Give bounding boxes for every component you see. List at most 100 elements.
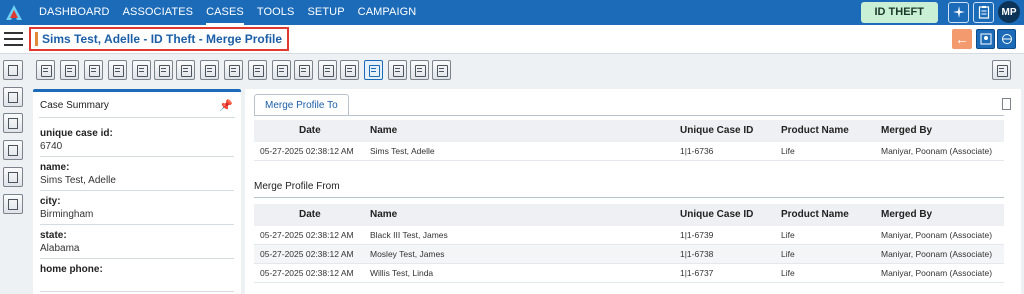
add-document-icon[interactable]: [154, 60, 173, 80]
field-value: Alabama: [40, 243, 80, 254]
case-list-icon[interactable]: [3, 167, 23, 187]
timer-icon[interactable]: [224, 60, 243, 80]
cell-date: 05-27-2025 02:38:12 AM: [260, 146, 354, 156]
add-case-icon[interactable]: [3, 87, 23, 107]
files-icon[interactable]: [272, 60, 291, 80]
col-name: Name: [370, 209, 398, 220]
contact-icon[interactable]: [60, 60, 79, 80]
table-row[interactable]: 05-27-2025 02:38:12 AM Black III Test, J…: [254, 226, 1004, 245]
title-accent-bar: [35, 32, 38, 46]
case-summary-header: Case Summary 📌: [39, 92, 235, 118]
nav-campaign[interactable]: CAMPAIGN: [358, 0, 417, 25]
expand-icon[interactable]: [1002, 98, 1011, 110]
back-arrow-icon[interactable]: ←: [952, 29, 972, 49]
nav-tools[interactable]: TOOLS: [257, 0, 295, 25]
cell-case-id: 1|1-6736: [680, 146, 714, 156]
divider: [40, 291, 234, 292]
top-nav: DASHBOARD ASSOCIATES CASES TOOLS SETUP C…: [0, 0, 1024, 25]
cell-merged-by: Maniyar, Poonam (Associate): [881, 249, 993, 259]
field-label: home phone:: [40, 264, 103, 275]
col-unique-case-id: Unique Case ID: [680, 125, 754, 136]
case-summary-title: Case Summary: [40, 100, 109, 111]
left-rail: [0, 55, 27, 294]
col-product-name: Product Name: [781, 125, 849, 136]
search-document-icon[interactable]: [84, 60, 103, 80]
nav-cases[interactable]: CASES: [206, 0, 244, 25]
divider: [40, 156, 234, 157]
col-unique-case-id: Unique Case ID: [680, 209, 754, 220]
hamburger-menu-icon[interactable]: [4, 32, 23, 47]
list-icon[interactable]: [318, 60, 337, 80]
col-date: Date: [299, 209, 321, 220]
view-profile-icon[interactable]: [976, 29, 995, 49]
cell-merged-by: Maniyar, Poonam (Associate): [881, 146, 993, 156]
col-date: Date: [299, 125, 321, 136]
field-label: state:: [40, 230, 67, 241]
copy-icon[interactable]: [132, 60, 151, 80]
clock-icon[interactable]: [248, 60, 267, 80]
cell-name: Willis Test, Linda: [370, 268, 434, 278]
divider: [40, 224, 234, 225]
tab-merge-profile-to[interactable]: Merge Profile To: [254, 94, 349, 116]
cell-date: 05-27-2025 02:38:12 AM: [260, 268, 354, 278]
cell-name: Mosley Test, James: [370, 249, 445, 259]
table-row[interactable]: 05-27-2025 02:38:12 AM Willis Test, Lind…: [254, 264, 1004, 283]
divider: [40, 258, 234, 259]
merge-to-table-header: Date Name Unique Case ID Product Name Me…: [254, 120, 1004, 142]
title-bar: Sims Test, Adelle - ID Theft - Merge Pro…: [0, 25, 1024, 54]
trash-icon[interactable]: [432, 60, 451, 80]
workflow-icon[interactable]: [3, 194, 23, 214]
field-unique-case-id: unique case id: 6740: [40, 127, 113, 153]
field-value: Birmingham: [40, 209, 94, 220]
pin-icon[interactable]: 📌: [219, 99, 233, 112]
field-name: name: Sims Test, Adelle: [40, 161, 116, 187]
merge-profile-icon[interactable]: [364, 60, 383, 80]
people-icon[interactable]: [294, 60, 313, 80]
cell-product: Life: [781, 249, 795, 259]
mail-edit-icon[interactable]: [176, 60, 195, 80]
case-toolbar: [0, 55, 1024, 85]
clipboard-icon[interactable]: [973, 1, 994, 23]
field-value: Sims Test, Adelle: [40, 175, 116, 186]
field-label: unique case id:: [40, 128, 113, 139]
nav-setup[interactable]: SETUP: [307, 0, 344, 25]
case-edit-icon[interactable]: [36, 60, 55, 80]
print-icon[interactable]: [200, 60, 219, 80]
mail-icon[interactable]: [340, 60, 359, 80]
globe-settings-icon[interactable]: [997, 29, 1016, 49]
case-search-icon[interactable]: [3, 140, 23, 160]
export-icon[interactable]: [410, 60, 429, 80]
cell-case-id: 1|1-6737: [680, 268, 714, 278]
nav-dashboard[interactable]: DASHBOARD: [39, 0, 110, 25]
billing-icon[interactable]: [388, 60, 407, 80]
section-divider: [254, 197, 1004, 198]
notes-icon[interactable]: [992, 60, 1011, 80]
cell-date: 05-27-2025 02:38:12 AM: [260, 230, 354, 240]
tab-underline: [254, 115, 1004, 116]
cell-product: Life: [781, 230, 795, 240]
field-label: city:: [40, 196, 61, 207]
col-merged-by: Merged By: [881, 125, 933, 136]
sparkle-icon[interactable]: [948, 1, 969, 23]
table-row[interactable]: 05-27-2025 02:38:12 AM Sims Test, Adelle…: [254, 142, 1004, 161]
page-title: Sims Test, Adelle - ID Theft - Merge Pro…: [42, 32, 283, 46]
field-home-phone: home phone:: [40, 263, 103, 276]
document-icon[interactable]: [108, 60, 127, 80]
case-summary-panel: Case Summary 📌 unique case id: 6740 name…: [33, 89, 241, 294]
id-theft-badge[interactable]: ID THEFT: [860, 1, 938, 23]
search-icon[interactable]: [3, 60, 23, 80]
cell-merged-by: Maniyar, Poonam (Associate): [881, 268, 993, 278]
history-icon[interactable]: [3, 113, 23, 133]
merge-from-title: Merge Profile From: [254, 181, 340, 192]
app-logo-icon[interactable]: [2, 0, 26, 25]
cell-name: Sims Test, Adelle: [370, 146, 435, 156]
table-row[interactable]: 05-27-2025 02:38:12 AM Mosley Test, Jame…: [254, 245, 1004, 264]
avatar[interactable]: MP: [998, 1, 1020, 23]
cell-date: 05-27-2025 02:38:12 AM: [260, 249, 354, 259]
nav-associates[interactable]: ASSOCIATES: [123, 0, 193, 25]
field-city: city: Birmingham: [40, 195, 93, 221]
divider: [40, 190, 234, 191]
field-label: name:: [40, 162, 70, 173]
field-value: 6740: [40, 141, 63, 152]
col-merged-by: Merged By: [881, 209, 933, 220]
